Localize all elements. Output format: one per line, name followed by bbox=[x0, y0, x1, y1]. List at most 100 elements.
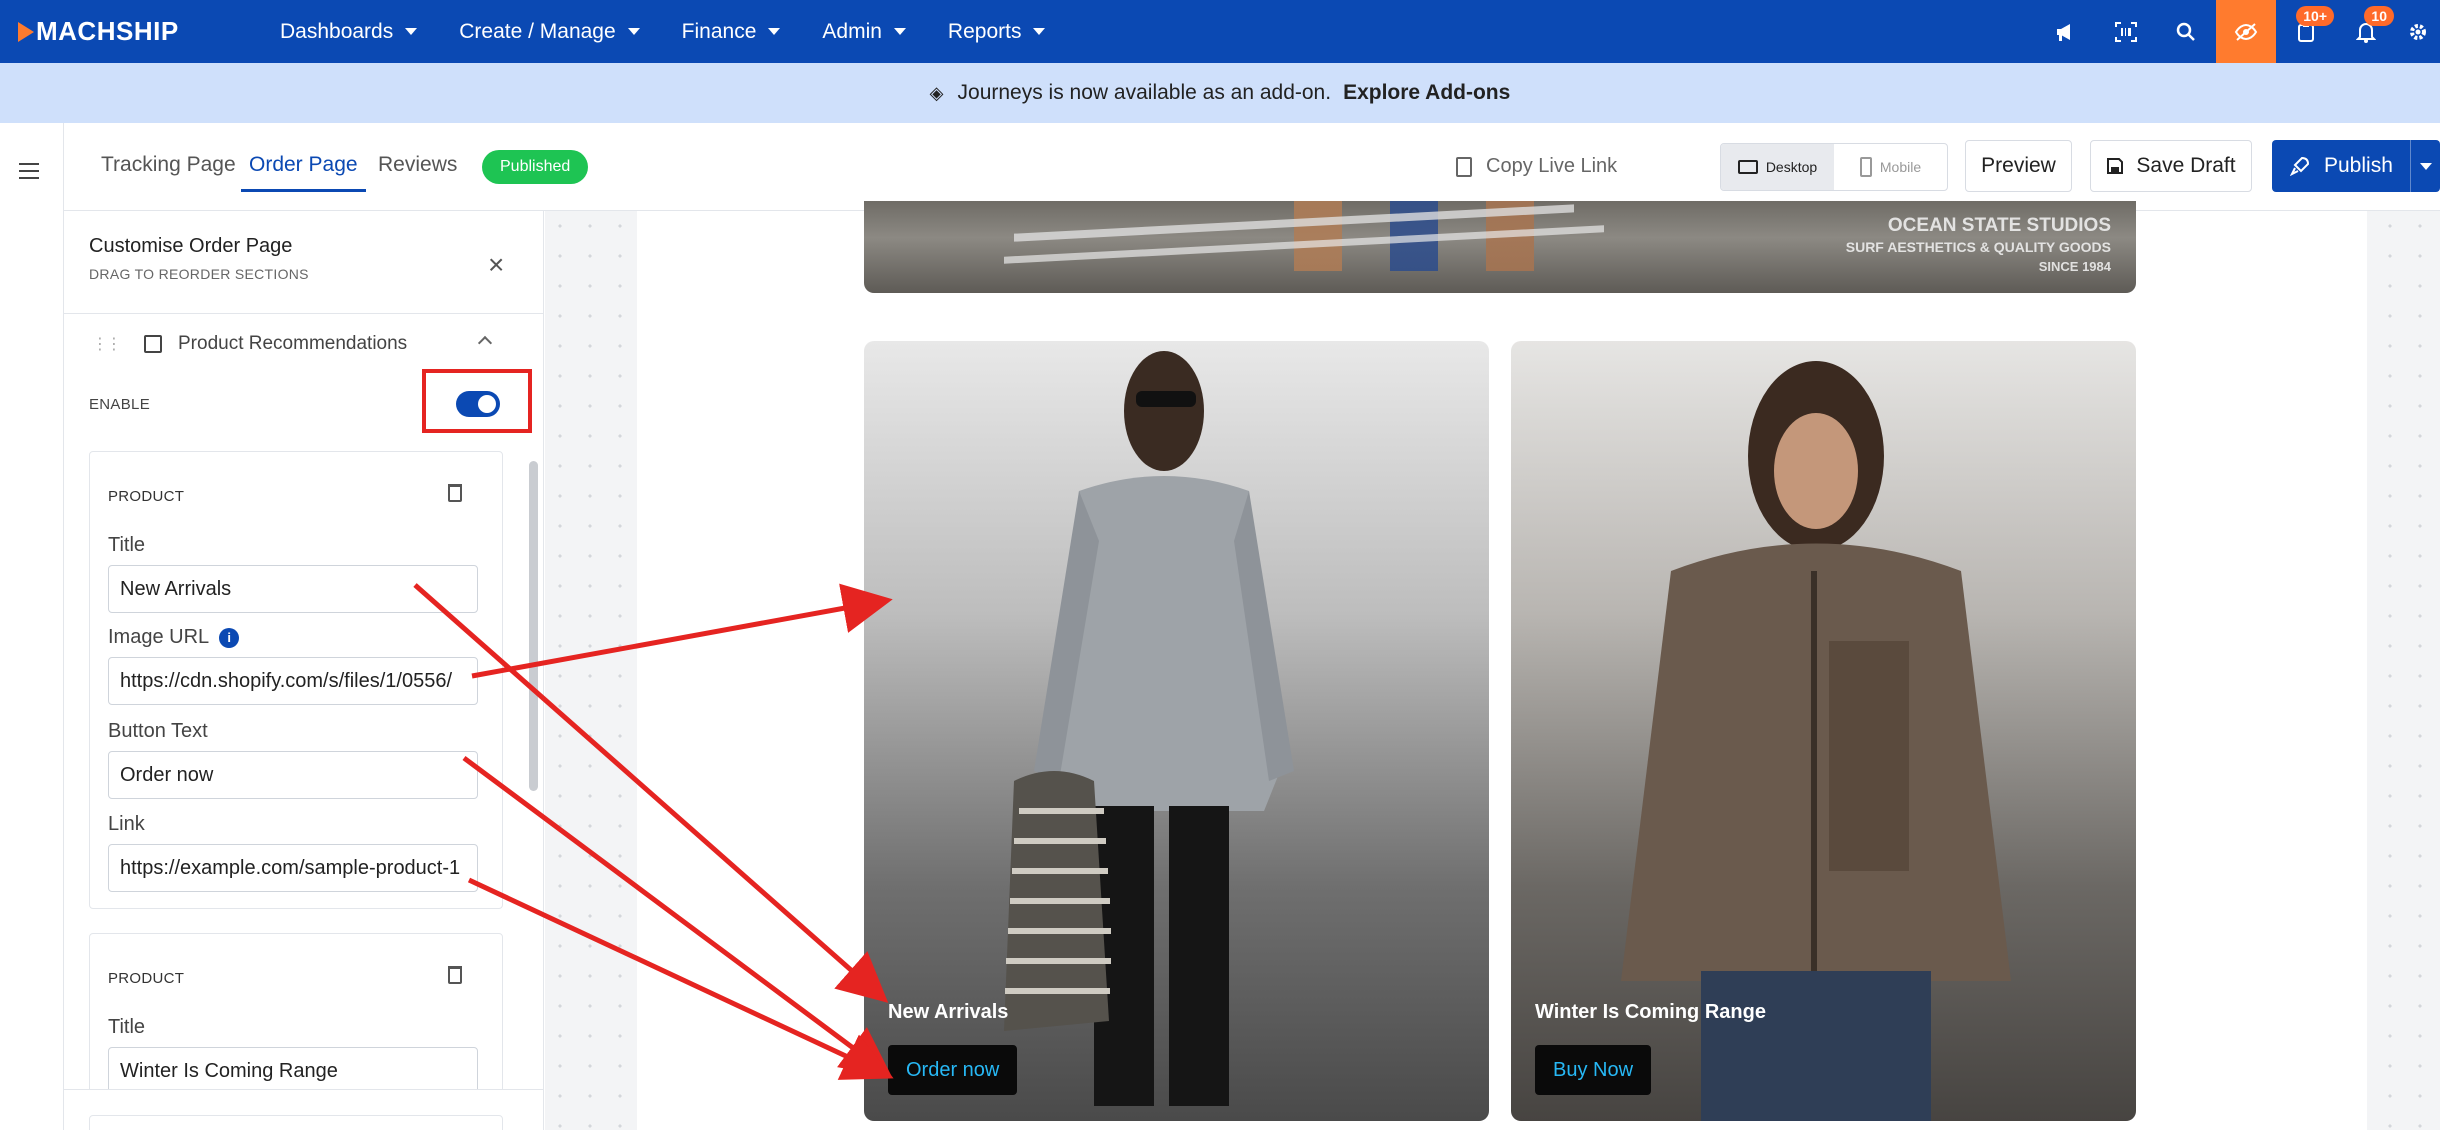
preview-canvas: OCEAN STATE STUDIOS SURF AESTHETICS & QU… bbox=[545, 201, 2440, 1130]
explore-addons-link[interactable]: Explore Add-ons bbox=[1343, 81, 1510, 105]
nav-finance-label: Finance bbox=[681, 19, 757, 43]
enable-label: ENABLE bbox=[89, 396, 150, 413]
device-mobile-label: Mobile bbox=[1879, 159, 1922, 175]
gear-icon[interactable] bbox=[2396, 0, 2440, 63]
hero-since-text: SINCE 1984 bbox=[2038, 259, 2111, 274]
trash-icon[interactable] bbox=[448, 484, 462, 502]
device-desktop-label: Desktop bbox=[1765, 159, 1818, 175]
caret-down-icon bbox=[627, 28, 640, 35]
hero-tagline-text: SURF AESTHETICS & QUALITY GOODS bbox=[1845, 239, 2111, 255]
product-recommendation-card[interactable]: Winter Is Coming Range Buy Now bbox=[1511, 341, 2136, 1121]
link-label: Link bbox=[108, 813, 145, 835]
caret-down-icon bbox=[893, 28, 906, 35]
tab-tracking-page[interactable]: Tracking Page bbox=[101, 153, 236, 189]
product-card: PRODUCT Title New Arrivals Image URL i h… bbox=[89, 451, 503, 909]
caret-down-icon bbox=[768, 28, 781, 35]
nav-reports-label: Reports bbox=[947, 19, 1022, 43]
copy-live-link-button[interactable]: Copy Live Link bbox=[1456, 155, 1617, 178]
annotation-highlight-box bbox=[422, 369, 532, 433]
rocket-icon bbox=[2290, 156, 2310, 176]
shopping-bag-icon bbox=[144, 334, 162, 353]
title-label: Title bbox=[108, 534, 146, 556]
device-mobile-button[interactable]: Mobile bbox=[1834, 144, 1947, 190]
nav-admin-label: Admin bbox=[822, 19, 882, 43]
preview-page: OCEAN STATE STUDIOS SURF AESTHETICS & QU… bbox=[637, 201, 2367, 1130]
search-icon[interactable] bbox=[2156, 0, 2216, 63]
logo-mark-icon bbox=[18, 21, 34, 42]
nav-create-manage[interactable]: Create / Manage bbox=[459, 19, 640, 44]
copy-live-link-label: Copy Live Link bbox=[1486, 155, 1618, 177]
save-icon bbox=[2107, 158, 2124, 174]
editor-toolbar: Tracking Page Order Page Reviews Publish… bbox=[64, 123, 2440, 211]
save-draft-button[interactable]: Save Draft bbox=[2090, 140, 2252, 192]
product-card-label: PRODUCT bbox=[108, 488, 185, 505]
publish-button[interactable]: Publish bbox=[2272, 140, 2440, 192]
bell-icon[interactable]: 10 bbox=[2336, 0, 2396, 63]
logo-text: MACHSHIP bbox=[36, 16, 179, 46]
product-card-label: PRODUCT bbox=[108, 970, 185, 987]
eye-off-icon[interactable] bbox=[2216, 0, 2276, 63]
product-card-title: New Arrivals bbox=[888, 1001, 1009, 1023]
desktop-icon bbox=[1737, 160, 1758, 174]
left-rail bbox=[0, 123, 64, 1130]
nav-dashboards-label: Dashboards bbox=[280, 19, 394, 43]
title-label: Title bbox=[108, 1016, 146, 1038]
section-label: Product Recommendations bbox=[178, 332, 408, 354]
hamburger-menu-icon[interactable] bbox=[19, 163, 39, 184]
image-url-label-text: Image URL bbox=[108, 626, 210, 648]
nav-finance[interactable]: Finance bbox=[682, 20, 781, 44]
caret-down-icon bbox=[1033, 28, 1046, 35]
hero-banner-image: OCEAN STATE STUDIOS SURF AESTHETICS & QU… bbox=[864, 201, 2136, 293]
tab-order-page[interactable]: Order Page bbox=[241, 153, 366, 192]
caret-down-icon bbox=[2419, 162, 2432, 170]
announcement-text: Journeys is now available as an add-on. bbox=[957, 81, 1332, 104]
publish-label: Publish bbox=[2324, 154, 2393, 177]
preview-button[interactable]: Preview bbox=[1965, 140, 2072, 192]
order-now-button[interactable]: Order now bbox=[888, 1045, 1018, 1095]
nav-admin[interactable]: Admin bbox=[822, 20, 906, 44]
panel-title: Customise Order Page bbox=[89, 235, 293, 257]
diamond-icon: ◈ bbox=[929, 82, 944, 103]
announcement-bar: ◈ Journeys is now available as an add-on… bbox=[0, 63, 2440, 123]
button-text-input[interactable]: Order now bbox=[108, 751, 478, 799]
title-input[interactable]: New Arrivals bbox=[108, 565, 478, 613]
next-section-card bbox=[89, 1115, 503, 1130]
button-text-label: Button Text bbox=[108, 720, 208, 742]
megaphone-icon[interactable] bbox=[2036, 0, 2096, 63]
machship-logo[interactable]: MACHSHIP bbox=[18, 16, 238, 47]
status-badge: Published bbox=[482, 150, 589, 184]
customise-panel: Customise Order Page DRAG TO REORDER SEC… bbox=[64, 211, 544, 1130]
panel-subtitle: DRAG TO REORDER SECTIONS bbox=[89, 266, 309, 282]
product-recommendation-card[interactable]: New Arrivals Order now bbox=[864, 341, 1489, 1121]
image-url-label: Image URL i bbox=[108, 626, 240, 649]
product-card-title: Winter Is Coming Range bbox=[1535, 1001, 1766, 1023]
nav-create-manage-label: Create / Manage bbox=[459, 19, 616, 43]
caret-down-icon bbox=[405, 28, 418, 35]
hero-brand-text: OCEAN STATE STUDIOS bbox=[1887, 215, 2111, 236]
save-draft-label: Save Draft bbox=[2136, 154, 2236, 177]
tasks-icon[interactable]: 10+ bbox=[2276, 0, 2336, 63]
nav-reports[interactable]: Reports bbox=[948, 20, 1046, 44]
mobile-icon bbox=[1859, 157, 1872, 177]
notification-badge: 10 bbox=[2364, 6, 2394, 26]
nav-dashboards[interactable]: Dashboards bbox=[280, 19, 418, 44]
publish-dropdown-toggle[interactable] bbox=[2410, 140, 2440, 192]
nav-right-icons: 10+ 10 bbox=[2036, 0, 2440, 63]
tasks-badge: 10+ bbox=[2296, 6, 2334, 26]
barcode-scan-icon[interactable] bbox=[2096, 0, 2156, 63]
close-icon[interactable]: × bbox=[488, 251, 504, 279]
info-icon[interactable]: i bbox=[219, 627, 240, 648]
trash-icon[interactable] bbox=[448, 966, 462, 984]
tab-reviews[interactable]: Reviews bbox=[378, 153, 457, 189]
device-desktop-button[interactable]: Desktop bbox=[1721, 144, 1834, 190]
title-input[interactable]: Winter Is Coming Range bbox=[108, 1047, 478, 1095]
device-toggle: Desktop Mobile bbox=[1720, 143, 1948, 191]
drag-handle-icon[interactable]: ⋮⋮ bbox=[92, 334, 122, 354]
top-navbar: MACHSHIP Dashboards Create / Manage Fina… bbox=[0, 0, 2440, 63]
chevron-up-icon[interactable] bbox=[477, 335, 493, 351]
image-url-input[interactable]: https://cdn.shopify.com/s/files/1/0556/ bbox=[108, 657, 478, 705]
link-input[interactable]: https://example.com/sample-product-1 bbox=[108, 844, 478, 892]
section-product-recommendations[interactable]: ⋮⋮ Product Recommendations bbox=[64, 313, 543, 373]
buy-now-button[interactable]: Buy Now bbox=[1535, 1045, 1652, 1095]
panel-scrollbar[interactable] bbox=[529, 461, 538, 791]
